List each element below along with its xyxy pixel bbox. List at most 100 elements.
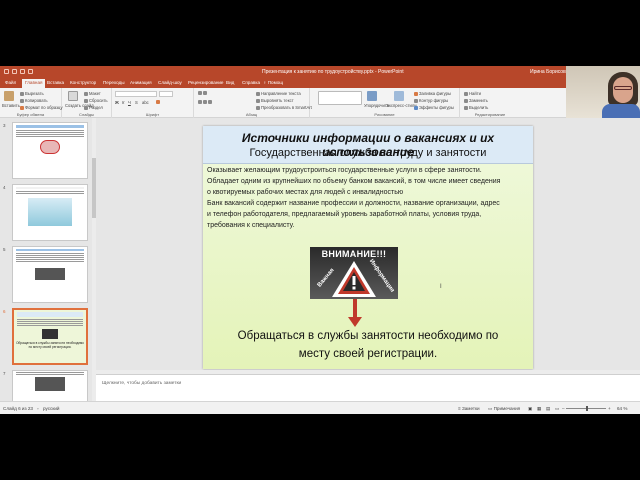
slide-thumbnail-4[interactable]	[12, 184, 88, 241]
font-size-box[interactable]	[159, 91, 173, 97]
zoom-in-icon[interactable]: +	[608, 406, 611, 411]
tab-view[interactable]: Вид	[226, 80, 234, 85]
paste-button[interactable]: Вставить	[2, 103, 20, 108]
shape-effects-button[interactable]: Эффекты фигуры	[414, 105, 454, 110]
shadow-button[interactable]: S	[135, 100, 138, 105]
body-line[interactable]: Оказывает желающим трудоустроиться госуд…	[207, 167, 482, 174]
thumb-line	[16, 253, 84, 254]
thumb-line	[17, 321, 83, 322]
zoom-slider-knob[interactable]	[586, 406, 588, 411]
tab-slideshow[interactable]: Слайд-шоу	[158, 80, 182, 85]
shapes-gallery[interactable]	[318, 91, 362, 105]
thumb-line	[16, 130, 84, 131]
thumb-line	[16, 255, 84, 256]
slide-thumbnail-5[interactable]	[12, 246, 88, 303]
body-line[interactable]: Обладает одним из крупнейших по объему б…	[207, 178, 500, 185]
cut-button[interactable]: Вырезать	[20, 91, 44, 96]
tab-help[interactable]: Справка	[242, 80, 260, 85]
paste-icon[interactable]	[4, 91, 14, 101]
underline-button[interactable]: Ч	[128, 100, 131, 105]
slide-subtitle[interactable]: Государственная служба по труду и занято…	[203, 147, 533, 159]
redo-icon[interactable]	[20, 69, 25, 74]
shape-outline-button[interactable]: Контур фигуры	[414, 98, 448, 103]
zoom-slider[interactable]	[566, 406, 606, 411]
section-button[interactable]: Раздел	[84, 105, 103, 110]
tab-animations[interactable]: Анимация	[130, 80, 152, 85]
align-left-icon	[198, 100, 202, 104]
text-direction-button[interactable]: Направление текста	[256, 91, 301, 96]
font-group: Ж К Ч S abc Шрифт	[112, 88, 194, 118]
zoom-level[interactable]: 64 %	[617, 406, 627, 411]
slide-thumbnail-7[interactable]	[12, 370, 88, 401]
body-line[interactable]: требования к специалисту.	[207, 222, 294, 229]
notes-placeholder[interactable]: Щелкните, чтобы добавить заметки	[102, 381, 181, 386]
align-right-icon	[208, 100, 212, 104]
scissors-icon	[20, 91, 24, 96]
bold-button[interactable]: Ж	[115, 100, 119, 105]
arrange-icon[interactable]	[367, 91, 377, 101]
search-icon	[464, 91, 468, 96]
quick-styles-button[interactable]: Экспресс-стили	[386, 103, 417, 108]
save-icon[interactable]	[4, 69, 9, 74]
body-line[interactable]: и телефон работодателя, предлагаемый уро…	[207, 211, 481, 218]
tab-insert[interactable]: Вставка	[47, 80, 64, 85]
current-slide[interactable]: Источники информации о вакансиях и их ис…	[203, 126, 533, 369]
body-line[interactable]: Банк вакансий содержит название професси…	[207, 200, 500, 207]
notes-toggle[interactable]: ≡ Заметки	[458, 406, 480, 411]
ribbon: Вставить Вырезать Копировать Формат по о…	[0, 88, 640, 118]
align-text-button[interactable]: Выровнять текст	[256, 98, 294, 103]
align-buttons[interactable]	[198, 100, 212, 104]
bottom-text-line2[interactable]: месту своей регистрации.	[203, 348, 533, 360]
bottom-text-line1[interactable]: Обращаться в службы занятости необходимо…	[203, 330, 533, 342]
font-color-button[interactable]	[156, 100, 160, 104]
tab-file[interactable]: Файл	[5, 80, 16, 85]
strikethrough-button[interactable]: abc	[142, 100, 149, 105]
tell-me-search[interactable]: ♀ Помощ	[263, 80, 283, 85]
body-line[interactable]: о квотируемых рабочих местах для людей с…	[207, 189, 403, 196]
notes-pane[interactable]: Щелкните, чтобы добавить заметки	[96, 374, 640, 401]
status-bar: Слайд 6 из 23 ▫ русский ≡ Заметки ▭ Прим…	[0, 401, 640, 414]
italic-button[interactable]: К	[122, 100, 124, 105]
tab-review[interactable]: Рецензирование	[188, 80, 223, 85]
layout-button[interactable]: Макет	[84, 91, 101, 96]
start-slideshow-icon[interactable]	[28, 69, 33, 74]
warning-image[interactable]: ВНИМАНИЕ!!! Важная Информация	[310, 247, 398, 299]
quick-styles-icon[interactable]	[394, 91, 404, 101]
copy-button[interactable]: Копировать	[20, 98, 48, 103]
numbering-icon	[203, 91, 207, 95]
undo-icon[interactable]	[12, 69, 17, 74]
slides-group: Создать слайд Макет Сбросить Раздел Слай…	[62, 88, 112, 118]
format-painter-button[interactable]: Формат по образцу	[20, 105, 63, 110]
text-direction-icon	[256, 91, 260, 96]
tab-transitions[interactable]: Переходы	[103, 80, 125, 85]
new-slide-icon[interactable]	[68, 91, 78, 101]
slide-thumbnail-3[interactable]	[12, 122, 88, 179]
drawing-group: Упорядочить Экспресс-стили Заливка фигур…	[310, 88, 460, 118]
slideshow-view-icon[interactable]: ▭	[555, 406, 559, 412]
slide-thumbnail-6-selected[interactable]: Обращаться в службы занятости необходимо…	[12, 308, 88, 365]
select-icon	[464, 105, 468, 110]
font-color-icon	[156, 100, 160, 104]
tab-home[interactable]: Главная	[22, 79, 46, 88]
reset-button[interactable]: Сбросить	[84, 98, 108, 103]
select-button[interactable]: Выделить	[464, 105, 488, 110]
reading-view-icon[interactable]: ▤	[546, 406, 550, 412]
comments-toggle[interactable]: ▭ Примечания	[488, 406, 520, 412]
shape-fill-button[interactable]: Заливка фигуры	[414, 91, 451, 96]
find-button[interactable]: Найти	[464, 91, 481, 96]
thumb-line	[16, 193, 84, 194]
normal-view-icon[interactable]: ▣	[528, 406, 532, 412]
warning-title: ВНИМАНИЕ!!!	[321, 249, 387, 259]
slide-sorter-icon[interactable]: ▦	[537, 406, 541, 412]
bullets-button[interactable]	[198, 91, 207, 95]
language-indicator[interactable]: русский	[43, 406, 59, 411]
paragraph-label: Абзац	[245, 112, 258, 117]
replace-button[interactable]: Заменить	[464, 98, 488, 103]
zoom-out-icon[interactable]: –	[562, 406, 565, 411]
spellcheck-icon[interactable]: ▫	[37, 406, 39, 411]
smartart-button[interactable]: Преобразовать в SmartArt	[256, 105, 312, 110]
window-title: Презентация к занятию по трудоустройству…	[262, 69, 404, 75]
tab-design[interactable]: Конструктор	[70, 80, 96, 85]
text-cursor-icon: I	[440, 284, 442, 290]
font-name-box[interactable]	[115, 91, 157, 97]
